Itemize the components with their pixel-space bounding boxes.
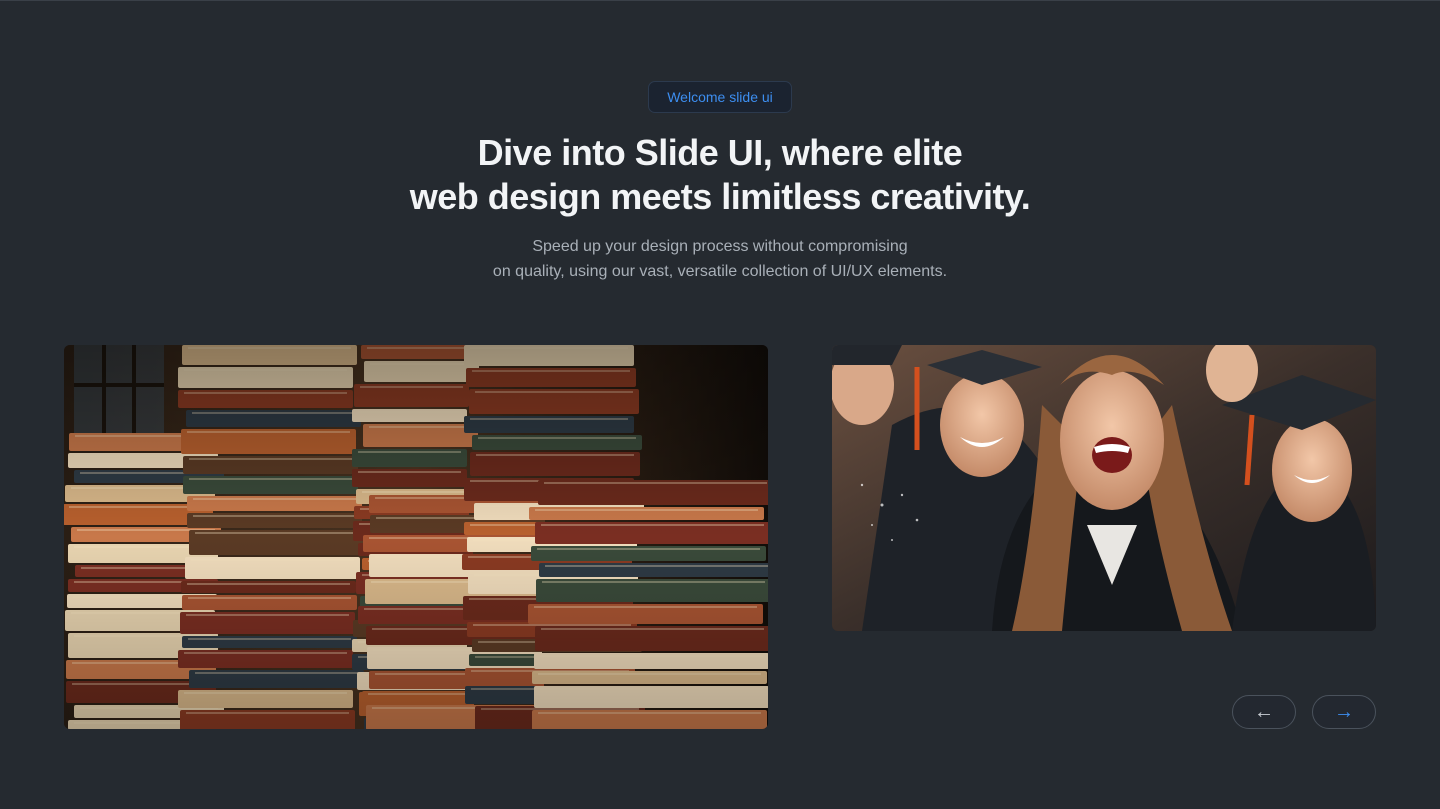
stacked-books-illustration [64,345,768,729]
welcome-badge-label: Welcome slide ui [667,89,773,105]
hero-section: Welcome slide ui Dive into Slide UI, whe… [0,0,1440,809]
welcome-badge: Welcome slide ui [648,81,792,113]
page-title: Dive into Slide UI, where elite web desi… [0,131,1440,219]
graduates-illustration [832,345,1376,631]
previous-slide-button[interactable]: ← [1232,695,1296,729]
slide-graduates-image[interactable] [832,345,1376,631]
arrow-left-icon: ← [1254,701,1274,723]
subtitle-line-1: Speed up your design process without com… [532,238,908,255]
subtitle-line-2: on quality, using our vast, versatile co… [492,263,948,280]
title-line-1: Dive into Slide UI, where elite [477,132,963,173]
arrow-right-icon: → [1334,701,1354,723]
slide-books-image[interactable] [64,345,768,729]
next-slide-button[interactable]: → [1312,695,1376,729]
page-subtitle: Speed up your design process without com… [0,234,1440,284]
title-line-2: web design meets limitless creativity. [409,176,1031,217]
